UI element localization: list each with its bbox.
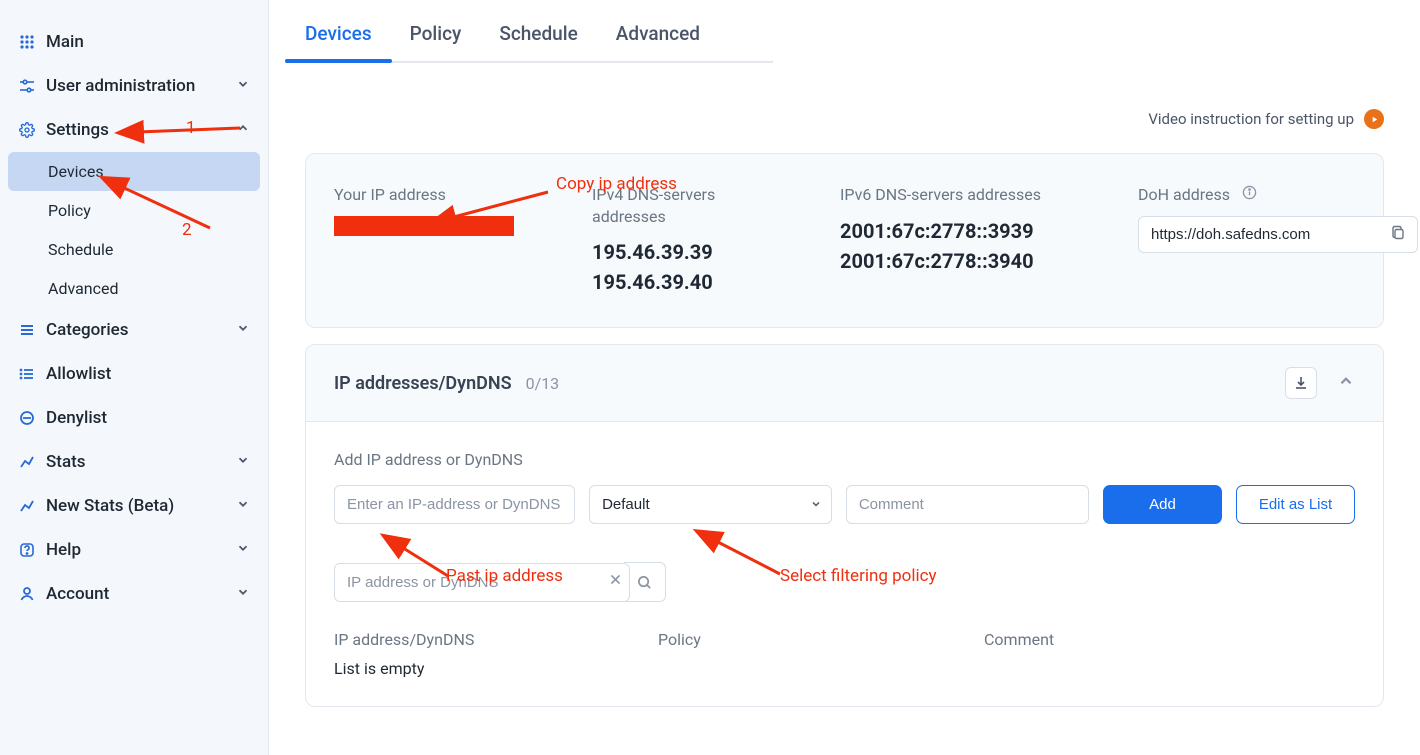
subnav-schedule[interactable]: Schedule (0, 230, 268, 269)
nav-label: Account (46, 584, 109, 604)
chevron-down-icon (236, 76, 250, 96)
ipv4-value-2: 195.46.39.40 (592, 267, 792, 297)
ipv6-value-1: 2001:67c:2778::3939 (840, 216, 1090, 246)
ip-info-card: Your IP address IPv4 DNS-servers address… (305, 153, 1384, 328)
subnav-policy[interactable]: Policy (0, 191, 268, 230)
tab-schedule[interactable]: Schedule (499, 22, 577, 61)
nav-user-admin[interactable]: User administration (0, 64, 268, 108)
th-ip: IP address/DynDNS (334, 630, 658, 649)
list-check-icon (18, 365, 36, 383)
nav-allowlist[interactable]: Allowlist (0, 352, 268, 396)
tab-advanced[interactable]: Advanced (616, 22, 700, 61)
your-ip-col: Your IP address (334, 184, 544, 236)
chevron-down-icon (236, 496, 250, 516)
nav-settings[interactable]: Settings (0, 108, 268, 152)
grid-icon (18, 33, 36, 51)
ipv6-value-2: 2001:67c:2778::3940 (840, 246, 1090, 276)
main-content: Devices Policy Schedule Advanced Video i… (269, 0, 1420, 755)
nav-help[interactable]: Help (0, 528, 268, 572)
help-icon (18, 541, 36, 559)
nav-label: User administration (46, 76, 195, 96)
video-link-text: Video instruction for setting up (1148, 110, 1354, 128)
nav-label: New Stats (Beta) (46, 496, 174, 516)
comment-input[interactable] (846, 485, 1089, 524)
user-icon (18, 585, 36, 603)
th-comment: Comment (984, 630, 1355, 649)
tab-devices[interactable]: Devices (305, 22, 372, 61)
nav-label: Categories (46, 320, 129, 340)
policy-select[interactable]: Default (589, 485, 832, 524)
table-header: IP address/DynDNS Policy Comment (334, 630, 1355, 649)
chart-icon (18, 453, 36, 471)
ipv6-col: IPv6 DNS-servers addresses 2001:67c:2778… (840, 184, 1090, 276)
nav-label: Main (46, 32, 84, 52)
download-button[interactable] (1285, 367, 1317, 399)
nav-label: Stats (46, 452, 86, 472)
clear-search-button[interactable] (609, 573, 622, 591)
subnav-advanced[interactable]: Advanced (0, 269, 268, 308)
search-button[interactable] (624, 562, 666, 602)
chevron-down-icon (236, 320, 250, 340)
nav-new-stats[interactable]: New Stats (Beta) (0, 484, 268, 528)
doh-col: DoH address (1138, 184, 1418, 253)
tab-policy[interactable]: Policy (410, 22, 462, 61)
collapse-toggle[interactable] (1337, 372, 1355, 394)
ipv4-col: IPv4 DNS-servers addresses 195.46.39.39 … (592, 184, 792, 297)
chevron-down-icon (236, 540, 250, 560)
nav-account[interactable]: Account (0, 572, 268, 616)
doh-label: DoH address (1138, 184, 1230, 206)
search-row (334, 562, 1355, 602)
chart-icon (18, 497, 36, 515)
edit-as-list-button[interactable]: Edit as List (1236, 485, 1355, 524)
tabs: Devices Policy Schedule Advanced (305, 22, 1384, 63)
nav-label: Help (46, 540, 81, 560)
ipv6-label: IPv6 DNS-servers addresses (840, 184, 1090, 206)
nav-label: Allowlist (46, 364, 111, 384)
th-policy: Policy (658, 630, 984, 649)
copy-button[interactable] (1386, 221, 1410, 248)
add-button[interactable]: Add (1103, 485, 1222, 524)
sliders-icon (18, 77, 36, 95)
nav-label: Settings (46, 120, 109, 140)
nav-label: Denylist (46, 408, 107, 428)
empty-list-message: List is empty (334, 659, 1355, 678)
ipv4-label: IPv4 DNS-servers addresses (592, 184, 792, 227)
video-instruction-link[interactable]: Video instruction for setting up (305, 109, 1384, 129)
block-icon (18, 409, 36, 427)
list-icon (18, 321, 36, 339)
add-label: Add IP address or DynDNS (334, 450, 1355, 469)
section-header: IP addresses/DynDNS 0/13 (306, 345, 1383, 422)
your-ip-label: Your IP address (334, 184, 544, 206)
play-icon (1364, 109, 1384, 129)
doh-input[interactable] (1138, 216, 1418, 253)
nav-categories[interactable]: Categories (0, 308, 268, 352)
chevron-down-icon (236, 584, 250, 604)
info-icon[interactable] (1242, 184, 1257, 206)
search-input[interactable] (334, 563, 630, 602)
nav-denylist[interactable]: Denylist (0, 396, 268, 440)
ipv4-value-1: 195.46.39.39 (592, 237, 792, 267)
section-count: 0/13 (526, 374, 560, 393)
chevron-up-icon (236, 120, 250, 140)
chevron-down-icon (236, 452, 250, 472)
nav-stats[interactable]: Stats (0, 440, 268, 484)
add-form-row: Default Add Edit as List (334, 485, 1355, 524)
gear-icon (18, 121, 36, 139)
nav-main[interactable]: Main (0, 20, 268, 64)
ip-input[interactable] (334, 485, 575, 524)
section-title: IP addresses/DynDNS (334, 373, 512, 394)
your-ip-redacted (334, 216, 514, 236)
ip-dyndns-section: IP addresses/DynDNS 0/13 Add IP address … (305, 344, 1384, 707)
sidebar: Main User administration Settings Device… (0, 0, 269, 755)
subnav-devices[interactable]: Devices (8, 152, 260, 191)
section-body: Add IP address or DynDNS Default Add Edi… (306, 422, 1383, 706)
